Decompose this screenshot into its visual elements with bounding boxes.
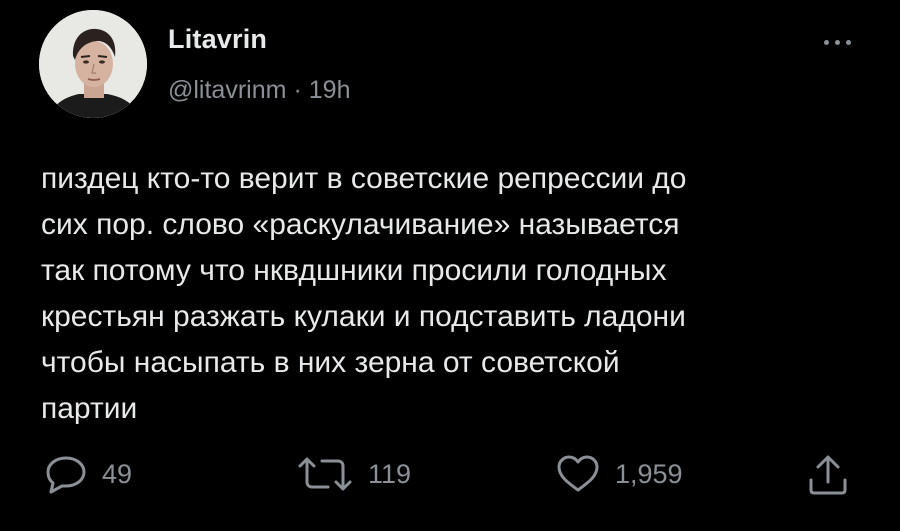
retweet-icon	[298, 457, 352, 491]
meta-separator: ·	[293, 76, 302, 104]
avatar[interactable]	[39, 10, 147, 118]
reply-count: 49	[102, 458, 133, 489]
retweet-count: 119	[368, 458, 412, 489]
tweet-text: пиздец кто-то верит в советские репресси…	[41, 162, 687, 425]
reply-icon	[46, 456, 86, 494]
heart-icon	[557, 455, 599, 492]
tweet-timestamp[interactable]: 19h	[309, 76, 351, 104]
author-display-name[interactable]: Litavrin	[168, 24, 267, 55]
more-dot	[835, 40, 840, 45]
share-icon	[809, 455, 847, 495]
author-handle[interactable]: @litavrinm	[168, 76, 286, 104]
share-button[interactable]	[806, 449, 850, 499]
more-dot	[824, 40, 829, 45]
tweet-card: Litavrin @litavrinm · 19h пиздец кто-то ве…	[0, 0, 900, 531]
avatar-photo	[39, 10, 147, 118]
retweet-button[interactable]: 119	[296, 449, 411, 499]
more-dots-icon[interactable]	[815, 28, 861, 56]
like-count: 1,959	[615, 458, 683, 489]
like-button[interactable]: 1,959	[555, 449, 683, 499]
reply-button[interactable]: 49	[44, 449, 132, 499]
more-dot	[846, 40, 851, 45]
author-meta: @litavrinm · 19h	[168, 76, 351, 105]
